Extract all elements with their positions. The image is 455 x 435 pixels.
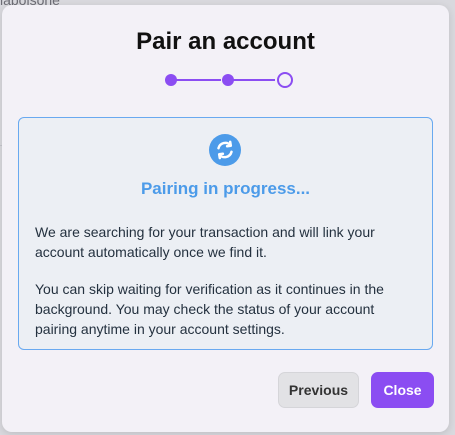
sync-icon [209,134,241,166]
previous-button[interactable]: Previous [278,372,359,408]
stepper-step-3-current [277,72,293,88]
stepper-connector-2 [228,79,275,81]
stepper-step-1-complete [165,74,177,86]
stepper-connector-1 [171,79,221,81]
pairing-status-panel: Pairing in progress... We are searching … [18,117,433,350]
stepper-step-2-complete [222,74,234,86]
pairing-description-1: We are searching for your transaction an… [35,224,375,260]
progress-stepper [161,71,293,89]
pairing-status-title: Pairing in progress... [140,179,311,198]
close-button[interactable]: Close [371,372,434,408]
dialog-title: Pair an account [136,28,315,55]
pairing-description-2: You can skip waiting for verification as… [35,281,384,337]
pair-account-dialog: Pair an account Pairing in progress... W… [2,5,449,432]
